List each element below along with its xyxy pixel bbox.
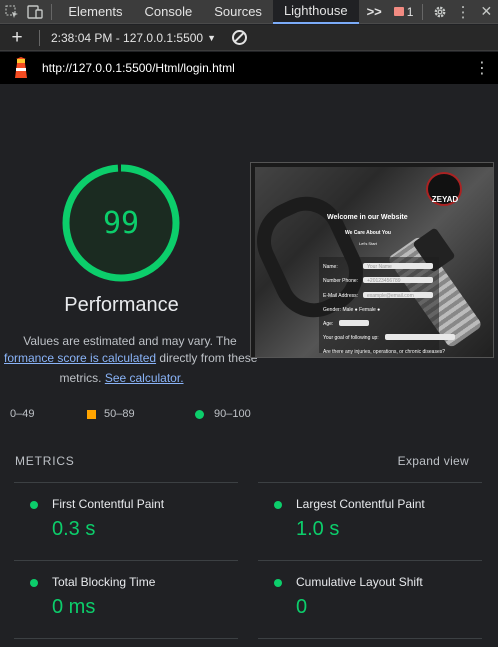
lighthouse-report: 99 Performance Values are estimated and … (0, 84, 498, 647)
page-screenshot-thumbnail[interactable]: ZEYAD Welcome in our Website We Care Abo… (250, 162, 494, 358)
legend-fail: 0–49 (10, 408, 34, 420)
tab-elements[interactable]: Elements (57, 0, 133, 24)
thumb-field-label: Name: (323, 264, 338, 270)
thumb-field-box (385, 334, 455, 340)
metric-cls: Cumulative Layout Shift 0 (258, 560, 482, 638)
metric-divider (258, 638, 482, 646)
report-selector[interactable]: 2:38:04 PM - 127.0.0.1:5500 ▼ (45, 31, 222, 45)
thumb-field-label: Gender: Male ● Female ● (323, 307, 381, 313)
pass-circle-icon (30, 579, 38, 587)
expand-view-toggle[interactable]: Expand view (398, 454, 469, 468)
tab-divider (51, 3, 53, 20)
thumb-welcome-text: Welcome in our Website (327, 214, 408, 221)
thumb-field-value: example@email.com (367, 293, 414, 299)
score-calculation-link[interactable]: formance score is calculated (4, 351, 156, 365)
caret-down-icon: ▼ (207, 32, 217, 43)
metrics-heading: METRICS (15, 454, 75, 468)
issues-count: 1 (406, 4, 414, 19)
new-report-button[interactable]: + (0, 27, 34, 49)
metric-name: First Contentful Paint (52, 497, 165, 511)
metric-value: 0.3 s (52, 518, 96, 540)
tab-divider (422, 3, 424, 20)
metric-name: Total Blocking Time (52, 575, 156, 589)
thumb-field-label: Number Phone: (323, 278, 359, 284)
more-tabs-button[interactable]: >> (359, 0, 390, 24)
toolbar-divider (39, 29, 40, 46)
metric-name: Cumulative Layout Shift (296, 575, 423, 589)
performance-score: 99 (102, 205, 140, 241)
pass-circle-icon (274, 501, 282, 509)
average-square-icon (87, 409, 96, 419)
close-devtools-icon[interactable]: ✕ (475, 0, 498, 24)
report-menu-icon[interactable]: ⋮ (474, 58, 490, 78)
legend-fail-range: 0–49 (10, 408, 35, 420)
score-description-line-3: metrics. See calculator. (0, 371, 243, 385)
site-logo-text: ZEYAD (431, 195, 459, 204)
more-options-icon[interactable]: ⋮ (452, 0, 475, 24)
thumb-field-label: E-Mail Address: (323, 293, 359, 299)
metric-divider (14, 638, 238, 646)
thumb-start-text: Let's Start (359, 241, 377, 246)
thumb-field-value: Your Name (367, 264, 392, 270)
tab-sources[interactable]: Sources (203, 0, 273, 24)
inspect-element-icon[interactable] (0, 0, 23, 24)
score-description-prefix: metrics. (59, 371, 105, 385)
score-description-text: directly from these (156, 351, 258, 365)
thumb-field-label: Your goal of following up: (323, 335, 379, 341)
pass-circle-icon (274, 579, 282, 587)
metric-value: 0 ms (52, 596, 96, 618)
clear-reports-icon[interactable] (232, 30, 248, 45)
metric-fcp: First Contentful Paint 0.3 s (14, 482, 238, 560)
tab-lighthouse[interactable]: Lighthouse (272, 0, 359, 24)
score-description-line-1: Values are estimated and may vary. The (23, 334, 237, 348)
thumb-care-text: We Care About You (345, 230, 391, 236)
legend-pass-range: 90–100 (214, 408, 251, 420)
metric-name: Largest Contentful Paint (296, 497, 425, 511)
issues-counter[interactable]: 1 (390, 5, 418, 19)
thumb-field-value: +20123456789 (367, 278, 401, 284)
metric-value: 0 (296, 596, 308, 618)
pass-circle-icon (195, 409, 204, 419)
screenshot-image: ZEYAD Welcome in our Website We Care Abo… (251, 167, 493, 357)
tab-console[interactable]: Console (134, 0, 204, 24)
metric-value: 1.0 s (296, 518, 340, 540)
lighthouse-toolbar: + 2:38:04 PM - 127.0.0.1:5500 ▼ (0, 25, 498, 51)
legend-average: 50–89 (87, 408, 135, 420)
pass-circle-icon (30, 501, 38, 509)
settings-gear-icon[interactable] (428, 0, 451, 24)
legend-average-range: 50–89 (104, 408, 135, 420)
devtools-tabbar: Elements Console Sources Lighthouse >> 1… (0, 0, 498, 24)
issue-flag-icon (393, 7, 404, 16)
performance-title: Performance (64, 294, 179, 316)
metric-tbt: Total Blocking Time 0 ms (14, 560, 238, 638)
metric-lcp: Largest Contentful Paint 1.0 s (258, 482, 482, 560)
legend-pass: 90–100 (195, 408, 251, 420)
see-calculator-link[interactable]: See calculator. (105, 371, 184, 385)
report-url: http://127.0.0.1:5500/Html/login.html (42, 61, 235, 75)
lighthouse-logo-icon (0, 52, 42, 84)
thumb-field-box (339, 320, 369, 326)
score-description-line-2: formance score is calculated directly fr… (4, 351, 257, 365)
device-toolbar-icon[interactable] (23, 0, 46, 24)
thumb-field-label: Are there any injuries, operations, or c… (323, 349, 446, 355)
thumb-field-label: Age: (323, 321, 334, 327)
report-selector-label: 2:38:04 PM - 127.0.0.1:5500 (51, 30, 204, 45)
report-url-bar: http://127.0.0.1:5500/Html/login.html ⋮ (0, 52, 498, 84)
